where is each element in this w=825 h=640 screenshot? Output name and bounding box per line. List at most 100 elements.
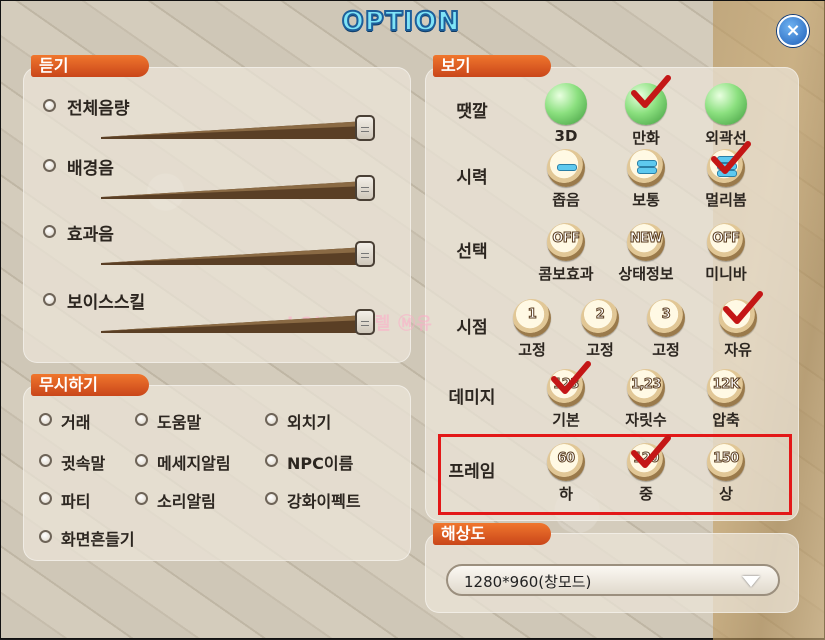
listen-radio[interactable] [43, 159, 56, 172]
ignore-label: 강화이펙트 [287, 492, 361, 511]
ignore-radio[interactable] [39, 530, 52, 543]
view-option[interactable]: 1 고정 [499, 299, 565, 369]
listen-radio[interactable] [43, 293, 56, 306]
checkmark-icon [723, 291, 763, 327]
option-caption: 고정 [586, 341, 614, 359]
volume-slider[interactable] [101, 115, 391, 141]
checkmark-icon [631, 435, 671, 471]
slider-handle[interactable] [355, 175, 375, 201]
view-option[interactable]: 3D [533, 83, 599, 153]
view-row-label: 시력 [456, 168, 488, 188]
view-option[interactable]: 150 상 [693, 443, 759, 513]
checkmark-icon [711, 141, 751, 177]
ignore-radio[interactable] [135, 413, 148, 426]
option-caption: 중 [639, 485, 653, 503]
option-window: OPTION × 듣기 무시하기 보기 I 2U ~ 유렐 Ⓜ유 해상도 128… [0, 0, 825, 640]
listen-label: 보이스스킬 [67, 293, 146, 313]
volume-slider[interactable] [101, 241, 391, 267]
view-option[interactable]: NEW 상태정보 [613, 223, 679, 293]
volume-slider[interactable] [101, 175, 391, 201]
two-bar-icon [627, 149, 665, 187]
ignore-radio[interactable] [39, 454, 52, 467]
view-row-label: 땟깔 [456, 102, 488, 122]
coin-icon: 1 [513, 299, 551, 337]
ignore-label: 거래 [61, 413, 91, 432]
listen-label: 전체음량 [67, 99, 130, 119]
view-option[interactable]: 만화 [613, 75, 679, 153]
view-option[interactable]: 자유 [705, 291, 771, 369]
listen-radio[interactable] [43, 99, 56, 112]
ignore-radio[interactable] [265, 413, 278, 426]
close-button[interactable]: × [777, 15, 809, 47]
ignore-radio[interactable] [39, 492, 52, 505]
view-option[interactable]: 60 하 [533, 443, 599, 513]
option-icon-text: OFF [552, 231, 581, 247]
view-option[interactable]: 123 기본 [533, 361, 599, 439]
option-caption: 기본 [552, 411, 580, 429]
one-bar-icon [547, 149, 585, 187]
listen-radio[interactable] [43, 225, 56, 238]
option-caption: 자릿수 [625, 411, 667, 429]
option-caption: 고정 [518, 341, 546, 359]
ignore-header: 무시하기 [31, 374, 149, 396]
ignore-label: 도움말 [157, 413, 202, 432]
ignore-radio[interactable] [135, 492, 148, 505]
view-option[interactable]: 멀리봄 [693, 141, 759, 219]
ignore-label: 화면흔들기 [61, 530, 135, 549]
ignore-radio[interactable] [265, 454, 278, 467]
view-option[interactable]: 3 고정 [633, 299, 699, 369]
resolution-value: 1280*960(창모드) [464, 573, 592, 591]
coin-icon: 3 [647, 299, 685, 337]
coin-icon: 1,23 [627, 369, 665, 407]
slider-handle[interactable] [355, 241, 375, 267]
coin-icon: 12K [707, 369, 745, 407]
ignore-label: 외치기 [287, 413, 332, 432]
view-row-label: 프레임 [448, 462, 496, 482]
view-option[interactable]: 좁음 [533, 149, 599, 219]
view-row-label: 데미지 [448, 388, 496, 408]
coin-icon: 2 [581, 299, 619, 337]
listen-label: 효과음 [67, 225, 114, 245]
view-option[interactable]: OFF 미니바 [693, 223, 759, 293]
option-icon-text: 150 [713, 451, 740, 467]
ignore-radio[interactable] [135, 454, 148, 467]
view-header: 보기 [433, 55, 551, 77]
slider-handle[interactable] [355, 309, 375, 335]
volume-slider[interactable] [101, 309, 391, 335]
checkmark-icon [631, 75, 671, 111]
coin-icon: OFF [547, 223, 585, 261]
view-option[interactable]: OFF 콤보효과 [533, 223, 599, 293]
resolution-header: 해상도 [433, 523, 551, 545]
option-caption: 상 [719, 485, 733, 503]
view-option[interactable]: 120 중 [613, 435, 679, 513]
ignore-label: 소리알림 [157, 492, 216, 511]
view-option[interactable]: 2 고정 [567, 299, 633, 369]
option-caption: 상태정보 [618, 265, 674, 283]
coin-icon: OFF [707, 223, 745, 261]
ignore-radio[interactable] [265, 492, 278, 505]
coin-icon: 60 [547, 443, 585, 481]
bar-shape [557, 164, 577, 171]
view-option[interactable]: 1,23 자릿수 [613, 369, 679, 439]
view-option[interactable]: 12K 압축 [693, 369, 759, 439]
checkmark-icon [551, 361, 591, 397]
resolution-select[interactable]: 1280*960(창모드) [446, 564, 780, 596]
ignore-radio[interactable] [39, 413, 52, 426]
slider-handle[interactable] [355, 115, 375, 141]
option-caption: 만화 [632, 129, 660, 147]
view-row-label: 시점 [456, 318, 488, 338]
window-title: OPTION [341, 6, 461, 38]
ignore-label: 귓속말 [61, 454, 106, 473]
view-row-label: 선택 [456, 242, 488, 262]
option-caption: 멀리봄 [705, 191, 747, 209]
option-caption: 콤보효과 [538, 265, 594, 283]
green-ball-icon [545, 83, 587, 125]
option-icon-text: NEW [629, 231, 663, 247]
coin-icon: NEW [627, 223, 665, 261]
view-option[interactable]: 보통 [613, 149, 679, 219]
option-caption: 고정 [652, 341, 680, 359]
option-caption: 자유 [724, 341, 752, 359]
listen-label: 배경음 [67, 159, 114, 179]
listen-header: 듣기 [31, 55, 149, 77]
chevron-down-icon[interactable] [742, 576, 760, 587]
